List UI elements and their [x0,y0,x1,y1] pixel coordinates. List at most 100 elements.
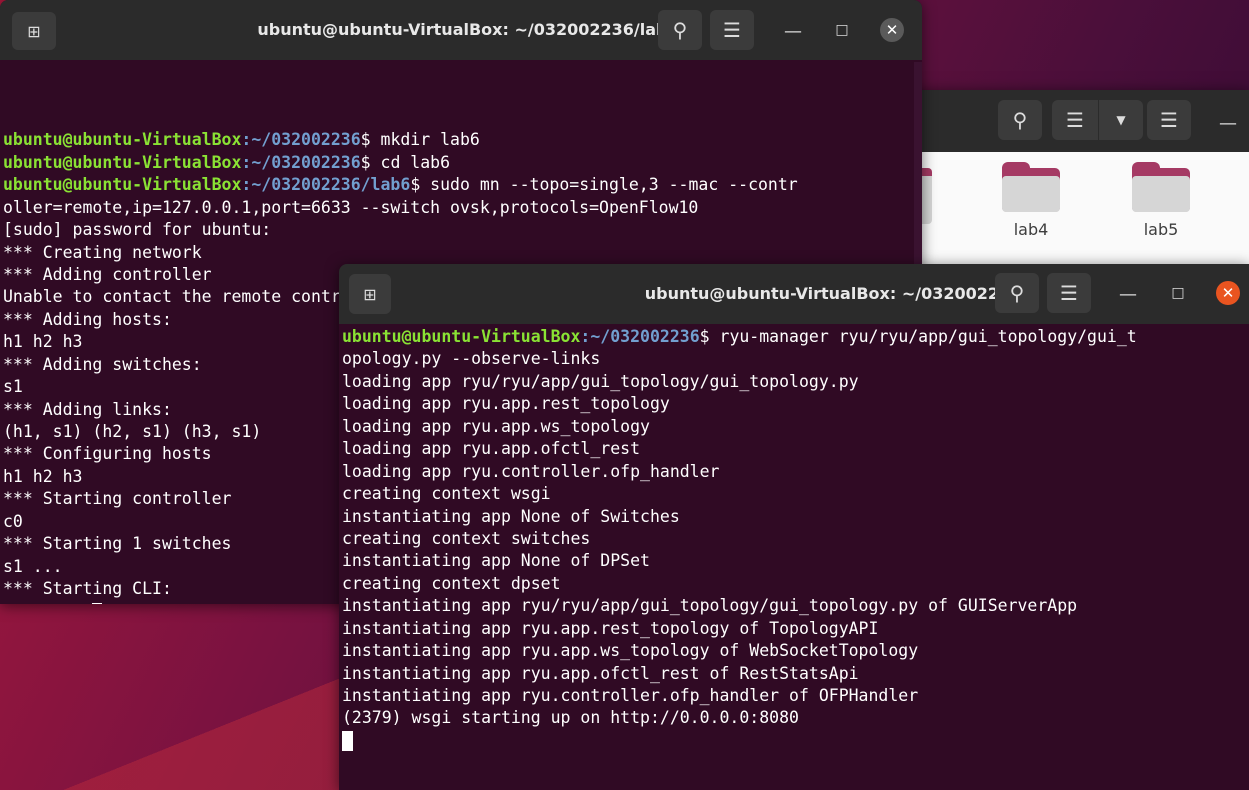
output-text: instantiating app ryu.controller.ofp_han… [342,686,919,705]
maximize-button[interactable]: □ [829,17,855,43]
output-line: instantiating app None of DPSet [339,550,1249,572]
folder-label: lab5 [1143,220,1179,239]
close-button[interactable]: ✕ [1216,281,1240,305]
prompt-line: ubuntu@ubuntu-VirtualBox:~/032002236$ mk… [0,129,922,151]
maximize-icon: □ [1171,285,1185,301]
maximize-icon: □ [835,22,849,38]
menu-button[interactable]: ☰ [710,10,754,50]
output-text: (2379) wsgi starting up on http://0.0.0.… [342,708,799,728]
output-text: (h1, s1) (h2, s1) (h3, s1) [3,422,262,442]
output-text: *** Starting 1 switches [3,534,232,554]
minimize-icon: — [1119,283,1137,305]
prompt-line: ubuntu@ubuntu-VirtualBox:~/032002236$ ry… [339,326,1249,348]
output-line: loading app ryu.controller.ofp_handler [339,461,1249,483]
folder-item-lab4[interactable]: lab4 [991,162,1071,252]
output-text: oller=remote,ip=127.0.0.1,port=6633 --sw… [3,197,699,217]
minimize-icon: — [784,20,802,42]
prompt-line: ubuntu@ubuntu-VirtualBox:~/032002236/lab… [0,174,922,196]
output-text: *** Starting controller [3,489,232,509]
text-cursor [92,602,103,604]
terminal-titlebar: ⊞ ubuntu@ubuntu-VirtualBox: ~/032002236 … [339,264,1249,324]
close-button[interactable]: ✕ [880,18,904,42]
close-icon: ✕ [885,21,899,39]
command-text: $ sudo mn --topo=single,3 --mac --contr [410,175,798,195]
files-search-button[interactable]: ⚲ [998,100,1042,140]
search-icon: ⚲ [1009,281,1025,305]
prompt-path: :~/032002236 [241,152,361,172]
files-menu-button[interactable]: ☰ [1147,100,1191,140]
prompt-user: ubuntu@ubuntu-VirtualBox [3,175,242,195]
folder-icon [1132,162,1190,212]
output-line: creating context wsgi [339,483,1249,505]
files-view-options-button[interactable]: ▼ [1098,100,1143,140]
output-text: s1 ... [3,556,63,576]
prompt-line: ubuntu@ubuntu-VirtualBox:~/032002236$ cd… [0,152,922,174]
list-view-icon: ☰ [1066,108,1084,132]
files-window[interactable]: ⚲ ☰ ▼ ☰ — lab4 lab5 [905,90,1249,265]
terminal-window-ryu[interactable]: ⊞ ubuntu@ubuntu-VirtualBox: ~/032002236 … [339,264,1249,790]
output-line: loading app ryu.app.ofctl_rest [339,438,1249,460]
hamburger-menu-icon: ☰ [723,18,741,42]
output-line: instantiating app ryu/ryu/app/gui_topolo… [339,595,1249,617]
output-line: instantiating app None of Switches [339,506,1249,528]
output-line: creating context dpset [339,573,1249,595]
output-text: creating context wsgi [342,484,551,504]
command-text: $ cd lab6 [360,152,451,172]
output-line: creating context switches [339,528,1249,550]
output-text: creating context dpset [342,573,561,593]
window-title: ubuntu@ubuntu-VirtualBox: ~/032002236 [644,284,1022,303]
text-cursor [342,730,353,751]
minimize-button[interactable]: — [780,18,806,44]
output-text: h1 h2 h3 [3,466,83,486]
prompt-path: :~/032002236 [580,327,700,346]
output-line [339,730,1249,752]
output-text: *** Adding links: [3,399,172,419]
output-line: loading app ryu.app.rest_topology [339,393,1249,415]
output-text: opology.py --observe-links [342,349,601,369]
minimize-button[interactable]: — [1115,281,1141,307]
hamburger-menu-icon: ☰ [1060,281,1078,305]
output-text: instantiating app ryu.app.ws_topology of… [342,641,919,661]
prompt-user: ubuntu@ubuntu-VirtualBox [342,327,581,346]
output-text: creating context switches [342,528,591,548]
output-text: *** Configuring hosts [3,444,212,464]
output-text: *** Starting CLI: [3,579,172,599]
output-text: instantiating app None of DPSet [342,551,650,571]
terminal-output[interactable]: ubuntu@ubuntu-VirtualBox:~/032002236$ ry… [339,326,1249,790]
output-text: instantiating app ryu.app.ofctl_rest of … [342,663,859,683]
prompt-user: ubuntu@ubuntu-VirtualBox [3,130,242,150]
output-text: loading app ryu.controller.ofp_handler [342,461,720,481]
prompt-user: ubuntu@ubuntu-VirtualBox [3,152,242,172]
command-text: $ ryu-manager ryu/ryu/app/gui_topology/g… [699,327,1137,346]
menu-button[interactable]: ☰ [1047,273,1091,313]
output-text: *** Adding controller [3,264,212,284]
close-icon: ✕ [1221,284,1235,302]
search-button[interactable]: ⚲ [658,10,702,50]
output-line: (2379) wsgi starting up on http://0.0.0.… [339,707,1249,729]
maximize-button[interactable]: □ [1165,280,1191,306]
output-line: instantiating app ryu.app.ws_topology of… [339,640,1249,662]
output-text: s1 [3,377,23,397]
files-minimize-button[interactable]: — [1215,110,1241,136]
output-text: instantiating app ryu/ryu/app/gui_topolo… [342,596,1078,616]
folder-icon [1002,162,1060,212]
output-text: instantiating app None of Switches [342,506,680,526]
output-text: instantiating app ryu.app.rest_topology … [342,618,879,638]
files-list-view-button[interactable]: ☰ [1052,100,1098,140]
search-icon: ⚲ [1012,108,1028,132]
output-line: oller=remote,ip=127.0.0.1,port=6633 --sw… [0,197,922,219]
output-line: *** Creating network [0,242,922,264]
folder-label: lab4 [1013,220,1049,239]
output-line: instantiating app ryu.controller.ofp_han… [339,685,1249,707]
prompt-path: :~/032002236 [241,130,361,150]
terminal-titlebar: ⊞ ubuntu@ubuntu-VirtualBox: ~/032002236/… [0,0,922,60]
search-icon: ⚲ [672,18,688,42]
output-text: h1 h2 h3 [3,332,83,352]
folder-item-lab5[interactable]: lab5 [1121,162,1201,252]
search-button[interactable]: ⚲ [995,273,1039,313]
output-text: mininet> [3,602,92,604]
prompt-path: :~/032002236/lab6 [241,175,411,195]
files-titlebar: ⚲ ☰ ▼ ☰ — [905,90,1249,152]
output-text: *** Adding switches: [3,354,202,374]
output-text: loading app ryu/ryu/app/gui_topology/gui… [342,371,859,391]
